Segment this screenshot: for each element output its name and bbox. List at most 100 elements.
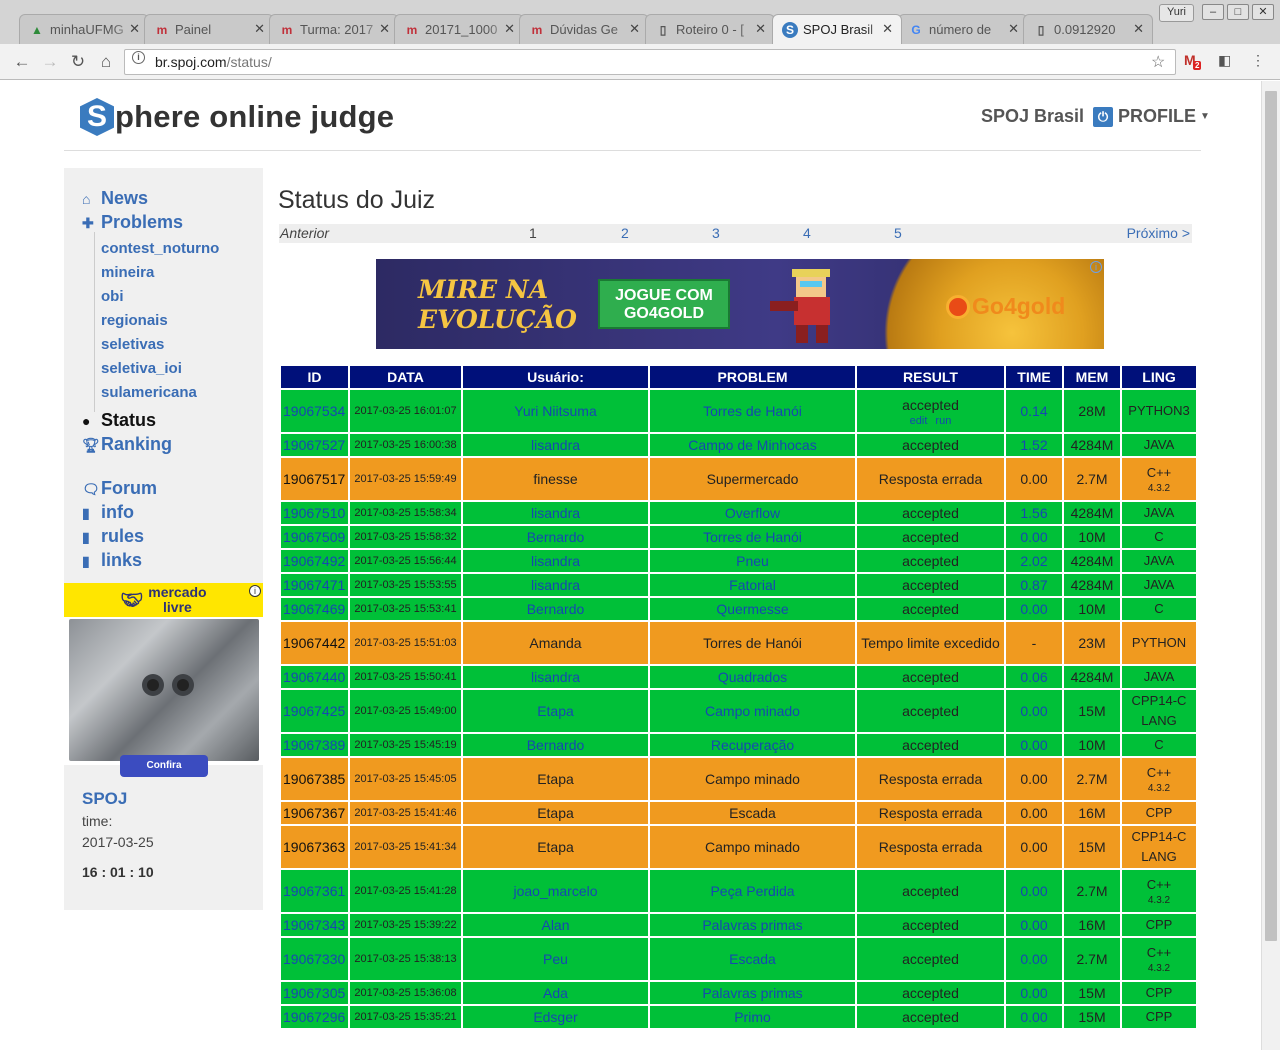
sidebar-item-status[interactable]: ● Status <box>82 410 156 431</box>
tab-close-icon[interactable]: ✕ <box>129 21 140 37</box>
sidebar-item-links[interactable]: ▮ links <box>82 550 142 571</box>
problem-link[interactable]: Overflow <box>725 505 780 521</box>
problem-link[interactable]: Campo de Minhocas <box>688 437 816 453</box>
clock-title[interactable]: SPOJ <box>82 789 127 809</box>
problem-link[interactable]: Fatorial <box>729 577 776 593</box>
sidebar-item-seletivas[interactable]: seletivas <box>101 336 164 353</box>
user-link[interactable]: Ada <box>543 985 568 1001</box>
ad-confira-button[interactable]: Confira <box>120 755 208 777</box>
home-button[interactable]: ⌂ <box>95 51 117 73</box>
sidebar-item-ranking[interactable]: 🏆︎Ranking <box>82 434 172 455</box>
page-scrollbar[interactable] <box>1261 81 1280 1050</box>
sidebar-item-problems[interactable]: ✚ Problems <box>82 212 183 233</box>
user-link[interactable]: Etapa <box>537 805 574 821</box>
menu-icon[interactable]: ⋮ <box>1251 52 1265 69</box>
tab-close-icon[interactable]: ✕ <box>629 21 640 37</box>
user-link[interactable]: Bernardo <box>527 529 585 545</box>
problem-link[interactable]: Campo minado <box>705 703 800 719</box>
sidebar-item-seletiva-ioi[interactable]: seletiva_ioi <box>101 360 182 377</box>
user-link[interactable]: Etapa <box>537 703 574 719</box>
bookmark-star-icon[interactable]: ☆ <box>1151 52 1165 72</box>
maximize-button[interactable]: □ <box>1227 4 1249 20</box>
problem-link[interactable]: Campo minado <box>705 839 800 855</box>
pager-page-4[interactable]: 4 <box>803 225 811 241</box>
browser-tab[interactable]: m 20171_1000 ✕ <box>394 14 524 44</box>
forward-button[interactable]: → <box>39 51 61 73</box>
user-link[interactable]: Bernardo <box>527 737 585 753</box>
problem-link[interactable]: Torres de Hanói <box>703 403 802 419</box>
sidebar-item-obi[interactable]: obi <box>101 288 124 305</box>
pager-page-5[interactable]: 5 <box>894 225 902 241</box>
browser-tab[interactable]: m Painel ✕ <box>144 14 274 44</box>
problem-link[interactable]: Escada <box>729 951 776 967</box>
ad-info-icon[interactable]: i <box>1090 261 1102 273</box>
sidebar-item-contest-noturno[interactable]: contest_noturno <box>101 240 219 257</box>
problem-link[interactable]: Quermesse <box>716 601 788 617</box>
browser-tab[interactable]: ▯ Roteiro 0 - [✕ <box>645 14 775 44</box>
user-link[interactable]: lisandra <box>531 669 580 685</box>
user-link[interactable]: joao_marcelo <box>513 883 597 899</box>
user-link[interactable]: finesse <box>533 471 577 487</box>
problem-link[interactable]: Campo minado <box>705 771 800 787</box>
problem-link[interactable]: Pneu <box>736 553 769 569</box>
problem-link[interactable]: Supermercado <box>707 471 799 487</box>
tab-close-icon[interactable]: ✕ <box>254 21 265 37</box>
user-link[interactable]: Peu <box>543 951 568 967</box>
browser-tab[interactable]: m Dúvidas Ge ✕ <box>519 14 649 44</box>
sidebar-item-news[interactable]: ⌂ News <box>82 188 148 209</box>
pager-page-3[interactable]: 3 <box>712 225 720 241</box>
ad-cta-button[interactable]: JOGUE COM GO4GOLD <box>598 279 730 329</box>
user-link[interactable]: Edsger <box>533 1009 577 1025</box>
user-link[interactable]: lisandra <box>531 553 580 569</box>
user-link[interactable]: lisandra <box>531 437 580 453</box>
tab-close-icon[interactable]: ✕ <box>1008 21 1019 37</box>
result-run-link[interactable]: run <box>935 415 951 427</box>
tab-close-icon[interactable]: ✕ <box>379 21 390 37</box>
problem-link[interactable]: Recuperação <box>711 737 794 753</box>
user-link[interactable]: Alan <box>541 917 569 933</box>
user-link[interactable]: Amanda <box>529 635 581 651</box>
extension-icon[interactable]: ◧ <box>1218 52 1231 69</box>
user-link[interactable]: lisandra <box>531 505 580 521</box>
browser-tab[interactable]: ▲ minhaUFMG ✕ <box>19 14 149 44</box>
gmail-extension-icon[interactable]: M2 <box>1184 52 1202 70</box>
problem-link[interactable]: Torres de Hanói <box>703 635 802 651</box>
user-link[interactable]: Bernardo <box>527 601 585 617</box>
tab-close-icon[interactable]: ✕ <box>755 21 766 37</box>
problem-link[interactable]: Torres de Hanói <box>703 529 802 545</box>
address-bar[interactable]: br.spoj.com/status/ <box>124 49 1176 75</box>
browser-tab[interactable]: m Turma: 2017 ✕ <box>269 14 399 44</box>
problem-link[interactable]: Palavras primas <box>702 917 802 933</box>
browser-tab[interactable]: S SPOJ Brasil ✕ <box>772 14 902 44</box>
site-logo[interactable]: S phere online judge <box>80 97 394 137</box>
close-window-button[interactable]: ✕ <box>1252 4 1274 20</box>
pager-page-2[interactable]: 2 <box>621 225 629 241</box>
minimize-button[interactable]: – <box>1202 4 1224 20</box>
problem-link[interactable]: Palavras primas <box>702 985 802 1001</box>
site-name-link[interactable]: SPOJ Brasil <box>981 106 1084 127</box>
go4gold-banner-ad[interactable]: MIRE NA EVOLUÇÃO JOGUE COM GO4GOLD Go4gold… <box>376 259 1104 349</box>
sidebar-item-sulamericana[interactable]: sulamericana <box>101 384 197 401</box>
pager-page-1[interactable]: 1 <box>529 225 537 241</box>
problem-link[interactable]: Peça Perdida <box>710 883 794 899</box>
tab-close-icon[interactable]: ✕ <box>882 21 893 37</box>
mercadolivre-ad[interactable]: 🤝︎ mercado livre i Confira <box>64 583 263 777</box>
problem-link[interactable]: Quadrados <box>718 669 787 685</box>
tab-close-icon[interactable]: ✕ <box>1133 21 1144 37</box>
back-button[interactable]: ← <box>11 51 33 73</box>
browser-tab[interactable]: Gnúmero de ✕ <box>898 14 1028 44</box>
profile-menu[interactable]: ⏻ PROFILE ▼ <box>1093 106 1210 127</box>
ad-info-icon[interactable]: i <box>249 585 261 597</box>
user-link[interactable]: lisandra <box>531 577 580 593</box>
sidebar-item-mineira[interactable]: mineira <box>101 264 154 281</box>
problem-link[interactable]: Primo <box>734 1009 771 1025</box>
reload-button[interactable]: ↻ <box>67 51 89 73</box>
result-edit-link[interactable]: edit <box>910 415 928 427</box>
user-link[interactable]: Etapa <box>537 771 574 787</box>
sidebar-item-regionais[interactable]: regionais <box>101 312 168 329</box>
user-link[interactable]: Etapa <box>537 839 574 855</box>
scrollbar-thumb[interactable] <box>1265 91 1277 941</box>
site-info-icon[interactable]: i <box>132 51 145 64</box>
sidebar-item-rules[interactable]: ▮ rules <box>82 526 144 547</box>
user-link[interactable]: Yuri Niitsuma <box>514 403 596 419</box>
